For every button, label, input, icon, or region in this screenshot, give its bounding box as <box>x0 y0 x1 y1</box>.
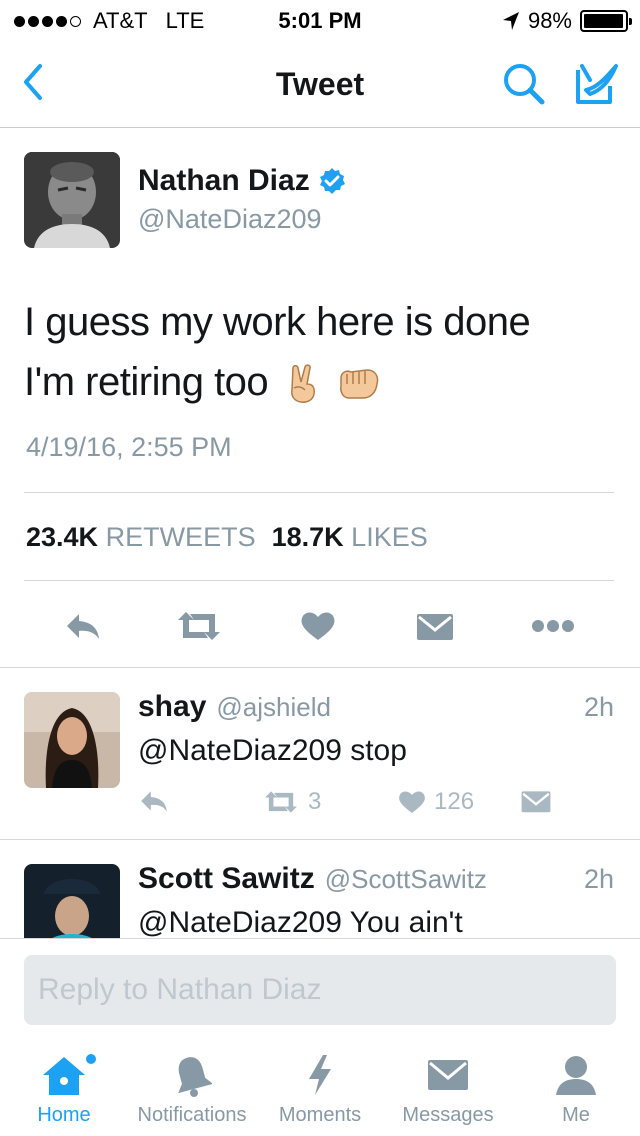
tab-notifications-label: Notifications <box>137 1104 247 1126</box>
reply-actions: 3 126 <box>138 788 598 822</box>
tab-home[interactable]: Home <box>0 1052 128 1127</box>
reply-time: 2h <box>583 864 614 894</box>
tweet-text-line-2-row: I'm retiring too <box>24 352 624 412</box>
tweet-timestamp: 4/19/16, 2:55 PM <box>26 432 232 462</box>
search-icon <box>504 64 545 105</box>
fist-bump-emoji <box>340 369 379 400</box>
retweet-icon <box>178 612 220 640</box>
tab-home-label: Home <box>37 1104 91 1126</box>
like-button[interactable] <box>293 606 343 646</box>
lightning-icon <box>309 1055 331 1095</box>
tweet-actions <box>0 606 640 646</box>
retweets-label: RETWEETS <box>105 522 256 552</box>
retweets-count: 23.4K <box>26 522 99 552</box>
tab-me[interactable]: Me <box>512 1052 640 1127</box>
home-icon <box>43 1057 85 1095</box>
reply-author-name[interactable]: shay <box>138 690 206 724</box>
reply-input[interactable] <box>24 955 616 1025</box>
tab-me-label: Me <box>562 1104 590 1126</box>
author-name-row[interactable]: Nathan Diaz <box>138 164 346 198</box>
direct-message-button[interactable] <box>410 606 460 646</box>
bell-icon <box>178 1057 212 1097</box>
retweets-stat[interactable]: 23.4K RETWEETS <box>26 522 256 553</box>
reply-icon <box>141 791 167 812</box>
tab-messages[interactable]: Messages <box>384 1052 512 1127</box>
location-arrow-icon <box>502 12 519 30</box>
compose-tweet-button[interactable] <box>572 60 622 108</box>
verified-badge-icon <box>319 168 345 194</box>
reply-time: 2h <box>583 692 614 722</box>
tweet-text: I guess my work here is done I'm retirin… <box>24 292 624 412</box>
reply-reply-button[interactable] <box>138 788 170 814</box>
navigation-bar: Tweet <box>0 40 640 128</box>
reply-retweet-button[interactable]: 3 <box>262 788 321 816</box>
tweet-text-line-2: I'm retiring too <box>24 360 269 404</box>
divider <box>24 492 614 493</box>
like-icon <box>301 612 335 640</box>
reply-avatar[interactable] <box>24 864 120 938</box>
tab-moments[interactable]: Moments <box>256 1052 384 1127</box>
tab-messages-icon-wrap <box>384 1052 512 1098</box>
battery-percent: 98% <box>527 8 572 33</box>
reply-message-button[interactable] <box>520 788 552 814</box>
home-new-content-dot <box>86 1054 96 1064</box>
reply-tweet[interactable]: Scott Sawitz @ScottSawitz 2h @NateDiaz20… <box>0 840 640 938</box>
reply-name-row: Scott Sawitz @ScottSawitz <box>138 862 487 896</box>
compose-icon <box>576 64 618 104</box>
status-bar: AT&T LTE 5:01 PM 98% <box>0 0 640 40</box>
likes-count: 18.7K <box>271 522 344 552</box>
divider <box>24 580 614 581</box>
reply-icon <box>67 614 99 639</box>
person-icon <box>556 1056 596 1095</box>
message-icon <box>521 791 551 813</box>
chevron-left-icon <box>24 64 42 100</box>
tab-notifications[interactable]: Notifications <box>128 1052 256 1127</box>
tweet-detail: Nathan Diaz @NateDiaz209 I guess my work… <box>0 128 640 668</box>
author-avatar[interactable] <box>24 152 120 248</box>
battery-fill <box>584 14 624 28</box>
likes-label: LIKES <box>351 522 428 552</box>
reply-text: @NateDiaz209 stop <box>138 734 407 767</box>
reply-like-button[interactable]: 126 <box>398 788 474 816</box>
reply-name-row: shay @ajshield <box>138 690 331 724</box>
tab-moments-label: Moments <box>278 1104 362 1126</box>
reply-composer <box>0 938 640 1038</box>
avatar-portrait <box>24 864 120 938</box>
reply-author-handle[interactable]: @ScottSawitz <box>325 864 487 895</box>
tab-notifications-icon-wrap <box>128 1052 256 1098</box>
reply-button[interactable] <box>58 606 108 646</box>
reply-retweet-count: 3 <box>308 788 322 815</box>
envelope-icon <box>428 1060 468 1090</box>
status-right: 98% <box>502 8 632 34</box>
tab-messages-label: Messages <box>402 1104 494 1126</box>
author-name: Nathan Diaz <box>138 164 310 197</box>
reply-tweet[interactable]: shay @ajshield 2h @NateDiaz209 stop 3 12… <box>0 668 640 840</box>
likes-stat[interactable]: 18.7K LIKES <box>272 522 428 553</box>
author-handle[interactable]: @NateDiaz209 <box>138 204 322 235</box>
search-button[interactable] <box>500 60 548 108</box>
tab-moments-icon-wrap <box>256 1052 384 1098</box>
tab-me-icon-wrap <box>512 1052 640 1098</box>
tweet-text-line-1: I guess my work here is done <box>24 300 531 344</box>
avatar-portrait <box>24 152 120 248</box>
reply-like-count: 126 <box>434 788 475 815</box>
reply-author-handle[interactable]: @ajshield <box>216 692 331 723</box>
message-icon <box>417 614 453 640</box>
more-button[interactable] <box>528 606 578 646</box>
back-button[interactable] <box>16 60 56 104</box>
avatar-portrait <box>24 692 120 788</box>
retweet-button[interactable] <box>174 606 224 646</box>
retweet-icon <box>265 791 297 813</box>
reply-avatar[interactable] <box>24 692 120 788</box>
reply-text: @NateDiaz209 You ain't <box>138 906 463 938</box>
tweet-stats: 23.4K RETWEETS 18.7K LIKES <box>26 522 428 553</box>
tab-bar: Home Notifications Moments Messages Me <box>0 1038 640 1136</box>
battery-icon <box>580 10 632 32</box>
victory-hand-emoji <box>290 364 315 404</box>
tab-home-icon-wrap <box>0 1052 128 1098</box>
reply-author-name[interactable]: Scott Sawitz <box>138 862 315 896</box>
like-icon <box>399 791 425 813</box>
more-icon <box>532 620 574 632</box>
